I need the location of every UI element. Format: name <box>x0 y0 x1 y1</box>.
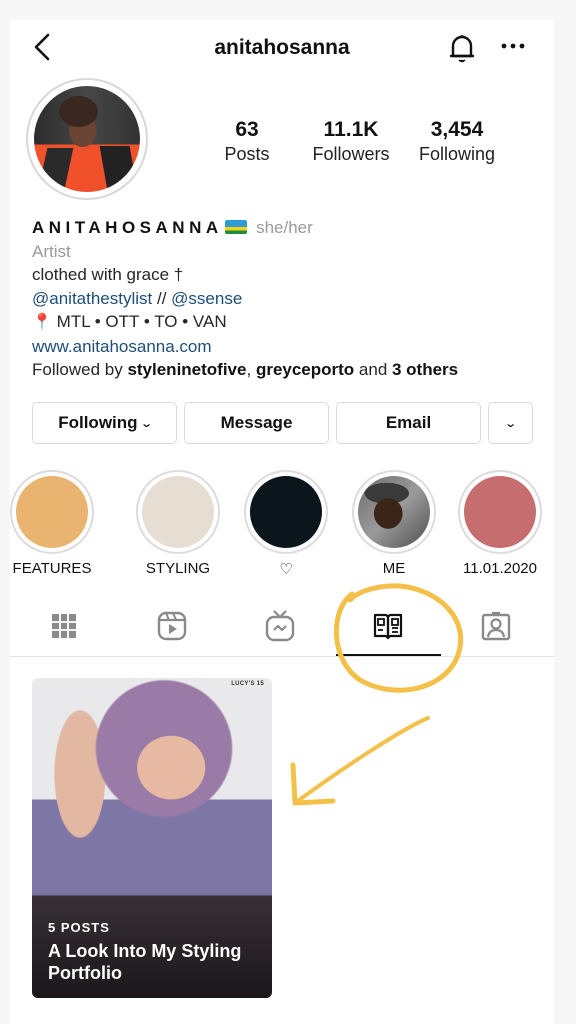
followed-and: and <box>354 360 392 379</box>
reels-icon <box>157 611 187 641</box>
highlight-cover <box>250 476 322 548</box>
bio-mentions: @anitathestylist // @ssense <box>32 287 542 311</box>
active-tab-indicator <box>336 654 441 656</box>
guide-icon <box>373 613 403 640</box>
following-label: Following <box>418 144 496 164</box>
profile-avatar[interactable] <box>26 78 148 200</box>
mention-link-anitathestylist[interactable]: @anitathestylist <box>32 289 152 308</box>
highlight-cover <box>142 476 214 548</box>
followed-user-2[interactable]: greyceporto <box>256 360 354 379</box>
followers-label: Followers <box>312 144 390 164</box>
website-link[interactable]: www.anitahosanna.com <box>32 335 542 359</box>
followed-separator: , <box>246 360 256 379</box>
message-button[interactable]: Message <box>184 402 329 444</box>
tab-grid[interactable] <box>44 608 84 644</box>
posts-label: Posts <box>224 144 270 164</box>
display-name: ANITAHOSANNA <box>32 218 223 237</box>
bell-icon[interactable] <box>448 32 476 64</box>
more-options-icon[interactable] <box>500 36 526 56</box>
locations-text: MTL • OTT • TO • VAN <box>56 312 227 331</box>
mention-link-ssense[interactable]: @ssense <box>171 289 242 308</box>
guide-cover-brand: LUCY'S 15 <box>231 681 264 687</box>
profile-tabs <box>10 598 554 657</box>
rwanda-flag-icon <box>225 220 248 234</box>
highlight-cover <box>464 476 536 548</box>
bio-text: clothed with grace † <box>32 265 184 284</box>
top-nav-bar: anitahosanna <box>10 20 554 76</box>
highlight-label: STYLING <box>145 560 211 577</box>
grid-icon <box>52 614 76 638</box>
name-line: ANITAHOSANNA she/her <box>32 216 542 240</box>
tab-guides[interactable] <box>368 608 408 644</box>
posts-count: 63 <box>235 118 259 141</box>
tab-tagged[interactable] <box>476 608 516 644</box>
following-count: 3,454 <box>430 118 484 141</box>
profile-screen: anitahosanna 63 Posts 11.1K Followers 3,… <box>10 20 554 1024</box>
tagged-icon <box>481 611 511 641</box>
suggestions-dropdown-button[interactable]: ⌄ <box>488 402 533 444</box>
igtv-icon <box>265 610 295 642</box>
email-button[interactable]: Email <box>336 402 481 444</box>
stat-following[interactable]: 3,454 Following <box>408 118 506 165</box>
stat-followers[interactable]: 11.1K Followers <box>306 118 396 165</box>
heart-icon: ♡ <box>279 561 293 578</box>
following-button[interactable]: Following ⌄ <box>32 402 177 444</box>
stat-posts[interactable]: 63 Posts <box>214 118 280 165</box>
highlight-styling[interactable]: STYLING <box>134 470 222 577</box>
mention-separator: // <box>152 288 172 308</box>
location-pin-icon: 📍 <box>32 314 52 331</box>
profile-category: Artist <box>32 241 71 261</box>
email-button-label: Email <box>385 413 432 432</box>
bio-locations: 📍 MTL • OTT • TO • VAN <box>32 310 542 335</box>
highlight-features[interactable]: FEATURES <box>8 470 96 577</box>
profile-bio: ANITAHOSANNA she/her Artist clothed with… <box>32 216 542 382</box>
followed-by[interactable]: Followed by styleninetofive, greyceporto… <box>32 358 542 382</box>
highlight-cover <box>16 476 88 548</box>
highlight-label: FEATURES <box>12 560 92 577</box>
message-button-label: Message <box>220 413 293 432</box>
pronouns: she/her <box>256 218 313 237</box>
chevron-down-icon: ⌄ <box>139 417 153 430</box>
chevron-down-icon: ⌄ <box>504 417 517 430</box>
guide-card[interactable]: LUCY'S 15 5 POSTS A Look Into My Styling… <box>32 678 272 998</box>
followed-by-prefix: Followed by <box>32 360 128 379</box>
highlight-me[interactable]: ME <box>350 470 438 577</box>
tab-igtv[interactable] <box>260 608 300 644</box>
followers-count: 11.1K <box>323 118 379 141</box>
profile-photo <box>34 86 140 192</box>
guide-title: A Look Into My Styling Portfolio <box>48 941 242 983</box>
followed-user-1[interactable]: styleninetofive <box>127 360 246 379</box>
followed-others[interactable]: 3 others <box>392 360 458 379</box>
highlight-label: 11.01.2020 <box>463 560 537 577</box>
guide-post-count: 5 POSTS <box>48 920 110 935</box>
highlight-label: ME <box>382 560 406 577</box>
highlight-heart[interactable]: ♡ <box>242 470 330 578</box>
following-button-label: Following <box>58 413 138 432</box>
highlight-date[interactable]: 11.01.2020 <box>456 470 544 577</box>
highlight-cover-photo <box>358 476 430 548</box>
tab-reels[interactable] <box>152 608 192 644</box>
